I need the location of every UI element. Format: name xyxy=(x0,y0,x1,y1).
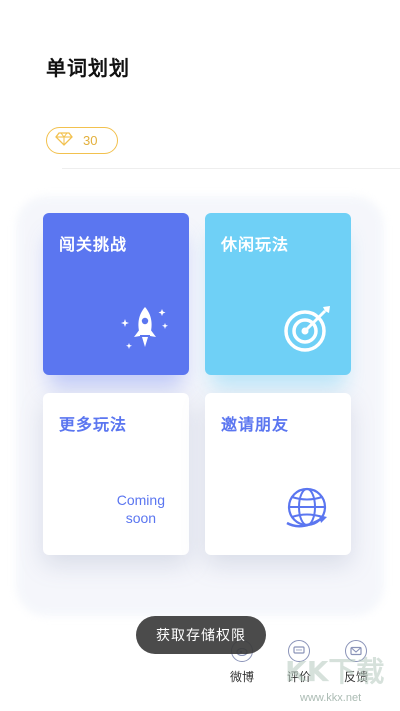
invite-friends-card[interactable]: 邀请朋友 xyxy=(205,393,351,555)
permission-toast: 获取存储权限 xyxy=(136,616,266,654)
card-title: 闯关挑战 xyxy=(59,235,128,254)
rocket-icon xyxy=(119,303,171,357)
more-modes-card[interactable]: 更多玩法 Coming soon xyxy=(43,393,189,555)
card-title: 更多玩法 xyxy=(59,415,128,434)
coming-soon-label: Coming soon xyxy=(116,492,165,526)
gem-count: 30 xyxy=(83,133,98,148)
card-title: 休闲玩法 xyxy=(221,235,290,254)
target-icon xyxy=(283,303,333,357)
globe-icon xyxy=(283,483,333,537)
casual-mode-card[interactable]: 休闲玩法 xyxy=(205,213,351,375)
watermark-url: www.kkx.net xyxy=(300,692,362,704)
app-screen: 单词划划 30 闯关挑战 休闲玩法 更多玩法 Coming soon 邀请朋友 … xyxy=(0,0,400,711)
watermark-logo: KK下载 xyxy=(285,655,385,688)
gem-balance-badge[interactable]: 30 xyxy=(46,127,118,154)
page-title: 单词划划 xyxy=(46,56,130,80)
diamond-icon xyxy=(55,131,73,150)
divider xyxy=(62,168,400,169)
card-title: 邀请朋友 xyxy=(221,415,290,434)
challenge-mode-card[interactable]: 闯关挑战 xyxy=(43,213,189,375)
